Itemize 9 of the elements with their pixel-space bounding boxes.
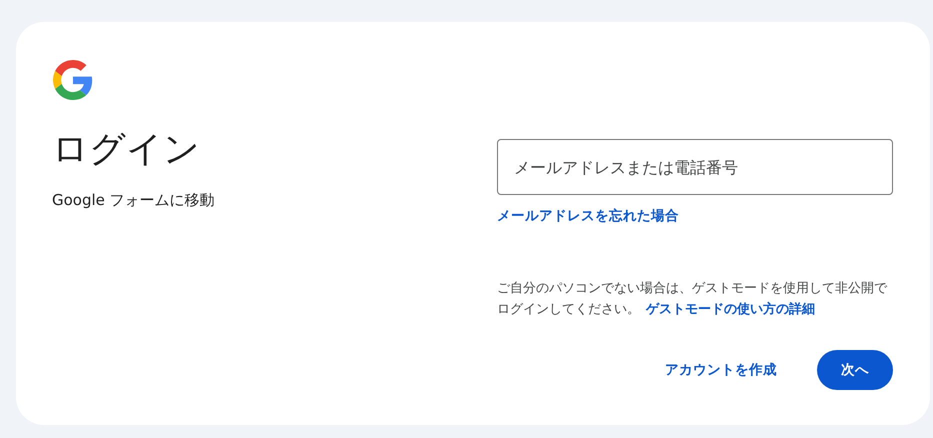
page-heading: ログイン xyxy=(52,128,200,172)
forgot-email-link[interactable]: メールアドレスを忘れた場合 xyxy=(497,206,679,226)
guest-notice: ご自分のパソコンでない場合は、ゲストモードを使用して非公開でログインしてください。 ゲストモードの使い方の詳細 xyxy=(497,280,888,319)
guest-mode-link[interactable]: ゲストモードの使い方の詳細 xyxy=(646,302,815,317)
subtitle: Google フォームに移動 xyxy=(52,190,215,210)
email-field[interactable]: メールアドレスまたは電話番号 xyxy=(497,139,893,195)
next-button[interactable]: 次へ xyxy=(817,350,893,390)
google-logo-icon xyxy=(53,60,93,100)
create-account-button[interactable]: アカウントを作成 xyxy=(665,350,777,390)
